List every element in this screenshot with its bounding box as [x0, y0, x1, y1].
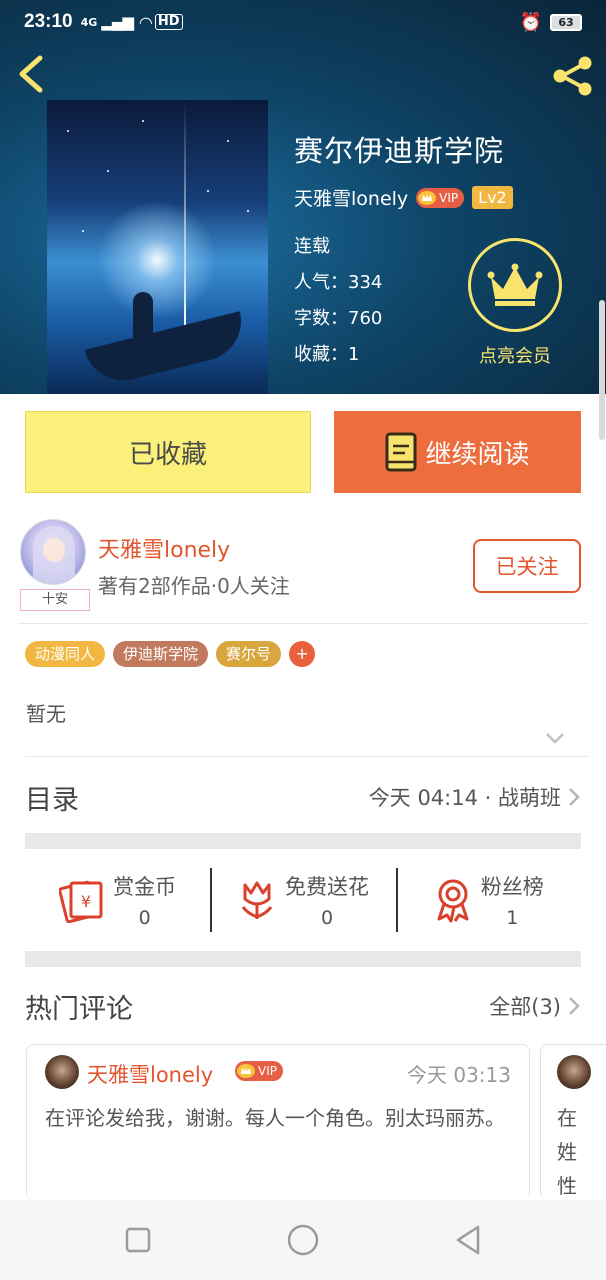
comment-card[interactable]: 在姓性: [540, 1044, 606, 1200]
battery-icon: 63: [550, 13, 582, 31]
comment-card[interactable]: 天雅雪lonely VIP 今天 03:13 在评论发给我，谢谢。每人一个角色。…: [26, 1044, 530, 1200]
member-button[interactable]: 点亮会员: [466, 238, 564, 368]
vip-label: VIP: [258, 1064, 277, 1078]
author-meta: 著有2部作品·0人关注: [98, 574, 290, 598]
crown-icon: [418, 190, 437, 205]
author-name[interactable]: 天雅雪lonely: [98, 532, 230, 564]
collected-button[interactable]: 已收藏: [25, 411, 311, 493]
section-separator: [25, 951, 581, 967]
crown-icon: [487, 263, 543, 306]
member-label: 点亮会员: [479, 346, 551, 367]
comment-time: 今天 03:13: [407, 1063, 511, 1087]
reward-coins-count: 0: [138, 907, 151, 929]
table-of-contents-row[interactable]: 目录 今天 04:14 · 战萌班: [25, 777, 581, 817]
fan-ranking-label: 粉丝榜: [480, 875, 544, 899]
divider: [25, 756, 588, 757]
share-icon: [553, 56, 592, 96]
continue-reading-button[interactable]: 继续阅读: [334, 411, 581, 493]
follow-button[interactable]: 已关注: [473, 539, 581, 593]
book-detail-content: 已收藏 继续阅读 十安 天雅雪lonely 著有2部作品·0人关注 已关注 动漫…: [0, 394, 606, 1200]
book-author-row: 天雅雪lonely VIP Lv2: [294, 184, 513, 211]
comment-text: 在评论发给我，谢谢。每人一个角色。别太玛丽苏。: [45, 1106, 505, 1130]
red-envelope-icon: ¥: [59, 880, 103, 923]
chevron-down-icon: [546, 733, 564, 744]
stats-row: ¥ 赏金币 0 免费送花 0 粉丝榜 1: [25, 864, 581, 936]
free-flower-label: 免费送花: [284, 875, 369, 899]
free-flower-count: 0: [320, 907, 334, 929]
scrollbar[interactable]: [599, 300, 605, 440]
commenter-name[interactable]: 天雅雪lonely: [87, 1059, 213, 1089]
crown-icon: [237, 1064, 255, 1078]
book-header: 23:10 4G ▂▄▆ ◠ HD ⏰ 63 赛尔伊迪斯学院 天雅雪lonely…: [0, 0, 606, 394]
toc-title: 目录: [25, 784, 79, 816]
status-bar: 23:10 4G ▂▄▆ ◠ HD ⏰ 63: [0, 0, 606, 44]
word-count: 字数：760: [294, 308, 383, 329]
popularity-count: 人气：334: [294, 272, 383, 293]
hot-comments-header: 热门评论 全部(3): [25, 986, 581, 1026]
share-button[interactable]: [548, 52, 596, 100]
book-description: 暂无: [26, 702, 66, 726]
tag-item[interactable]: 赛尔号: [216, 641, 282, 667]
latest-chapter: 今天 04:14 · 战萌班: [368, 786, 561, 810]
wifi-icon: ◠: [138, 12, 153, 32]
commenter-avatar[interactable]: [557, 1055, 591, 1089]
commenter-avatar[interactable]: [45, 1055, 79, 1089]
back-arrow-icon: [19, 55, 43, 93]
fan-ranking-count: 1: [506, 907, 519, 929]
continue-reading-label: 继续阅读: [425, 439, 530, 470]
avatar-tag: 十安: [20, 589, 90, 611]
network-type: 4G: [80, 15, 98, 29]
award-ribbon-icon: [437, 879, 469, 923]
chevron-right-icon[interactable]: [567, 995, 581, 1017]
vip-badge: VIP: [416, 187, 465, 208]
vip-label: VIP: [439, 190, 459, 205]
status-time: 23:10: [24, 11, 73, 32]
serial-status: 连载: [294, 236, 330, 257]
hot-comments-title: 热门评论: [25, 993, 133, 1025]
home-icon[interactable]: [285, 1222, 321, 1258]
level-badge: Lv2: [472, 186, 513, 209]
favorite-count: 收藏：1: [294, 344, 360, 365]
signal-icon: ▂▄▆: [101, 13, 134, 31]
tag-item[interactable]: 伊迪斯学院: [113, 641, 209, 667]
book-cover-image[interactable]: [47, 100, 268, 394]
alarm-icon: ⏰: [519, 11, 542, 33]
hd-icon: HD: [154, 14, 183, 30]
chevron-right-icon: [569, 788, 580, 806]
add-tag-button[interactable]: +: [289, 641, 316, 667]
flower-icon: [241, 881, 273, 919]
divider: [18, 623, 588, 624]
vip-badge: VIP: [235, 1061, 283, 1081]
comment-text: 在姓性: [557, 1106, 577, 1198]
free-flower-button[interactable]: 免费送花 0: [210, 864, 395, 936]
reward-coins-button[interactable]: ¥ 赏金币 0: [25, 864, 210, 936]
author-avatar[interactable]: [20, 519, 86, 585]
author-card[interactable]: 十安 天雅雪lonely 著有2部作品·0人关注 已关注: [18, 516, 588, 624]
expand-description-button[interactable]: [544, 730, 566, 746]
back-nav-icon[interactable]: [450, 1222, 486, 1258]
recent-apps-icon[interactable]: [120, 1222, 156, 1258]
svg-text:¥: ¥: [81, 892, 91, 911]
system-navigation-bar: [0, 1200, 606, 1280]
tag-item[interactable]: 动漫同人: [25, 641, 106, 667]
all-comments-link[interactable]: 全部(3): [489, 991, 561, 1021]
section-separator: [25, 833, 581, 849]
book-author-name[interactable]: 天雅雪lonely: [294, 184, 408, 211]
book-title: 赛尔伊迪斯学院: [294, 134, 505, 168]
reward-coins-label: 赏金币: [113, 875, 177, 899]
fan-ranking-button[interactable]: 粉丝榜 1: [395, 864, 581, 936]
book-icon: [385, 432, 417, 472]
back-button[interactable]: [12, 52, 52, 96]
tag-list: 动漫同人 伊迪斯学院 赛尔号 +: [25, 641, 316, 667]
